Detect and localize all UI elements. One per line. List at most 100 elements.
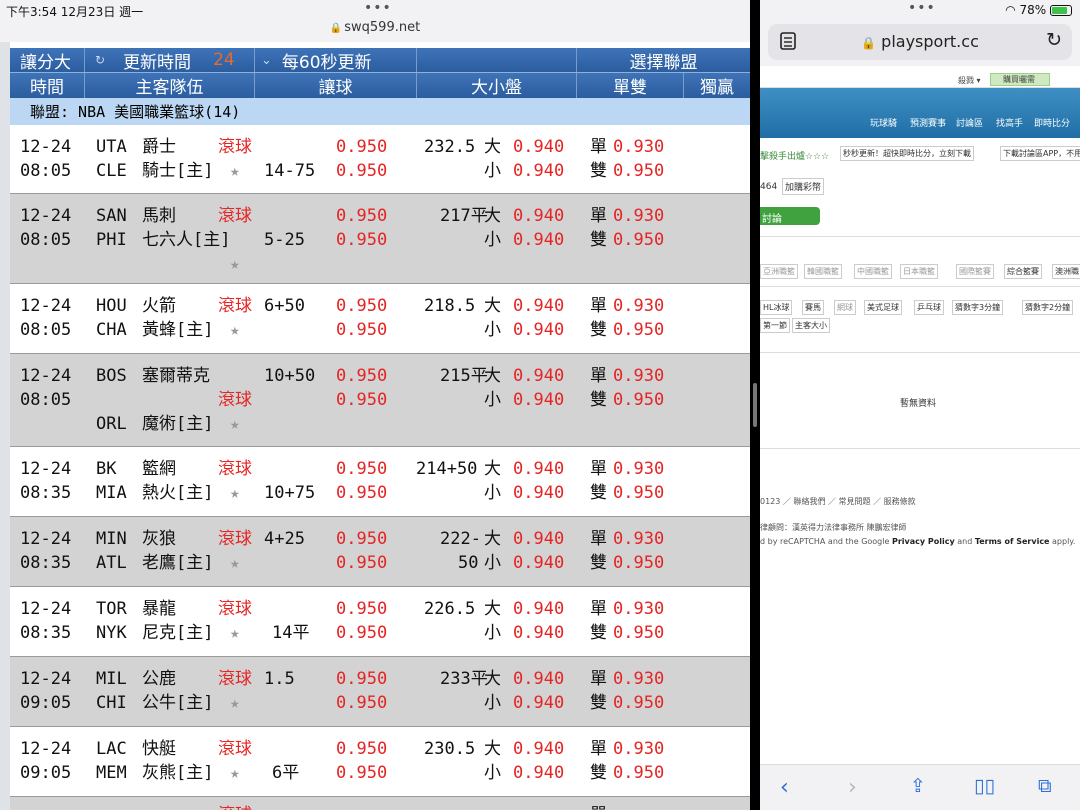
spread-odds-away[interactable]: 0.950 (336, 296, 387, 316)
league-tab[interactable]: 韓國職籃 (804, 264, 842, 279)
game-row[interactable]: 12-24 08:35 BK 籃網 MIA 熱火[主] 滾球 ★ 10+75 0.950 0.950… (10, 447, 750, 517)
spread-odds-away[interactable]: 0.950 (336, 137, 387, 157)
update-time[interactable]: ↻ 更新時間 24 (85, 48, 255, 73)
league-tab[interactable]: 中國職籃 (854, 264, 892, 279)
league-tab[interactable]: 綜合籃賽 (1004, 264, 1042, 279)
ou-odds-under[interactable]: 0.940 (513, 390, 564, 410)
ou-odds-under[interactable]: 0.940 (513, 693, 564, 713)
choose-league-button[interactable]: 選擇聯盟 (577, 48, 750, 73)
spread-odds-away[interactable]: 0.950 (336, 599, 387, 619)
banner-2[interactable]: 秒秒更新！超快即時比分，立刻下載 (840, 146, 974, 161)
sort-button[interactable]: 讓分大 (10, 48, 85, 73)
odd-odds[interactable]: 0.930 (613, 296, 664, 316)
league-tab[interactable]: 乒乓球 (914, 300, 944, 315)
odd-odds[interactable]: 0.930 (613, 366, 664, 386)
ou-odds-over[interactable]: 0.940 (513, 529, 564, 549)
footer-faq[interactable]: 常見問題 (839, 497, 871, 506)
odd-odds[interactable]: 0.930 (613, 137, 664, 157)
league-tab[interactable]: 亞洲職籃 (760, 264, 798, 279)
favorite-star-icon[interactable]: ★ (230, 320, 240, 340)
even-odds[interactable]: 0.950 (613, 693, 664, 713)
spread-odds-away[interactable]: 0.950 (336, 739, 387, 759)
league-tab[interactable]: 美式足球 (864, 300, 902, 315)
spread-odds-away[interactable]: 0.950 (336, 206, 387, 226)
spread-odds-home[interactable]: 0.950 (336, 320, 387, 340)
site-nav-item[interactable]: 找高手 (996, 116, 1023, 129)
tabs-icon[interactable]: ⧉ (1038, 775, 1052, 797)
banner-3[interactable]: 下載討論區APP，不用 (1000, 146, 1080, 161)
live-badge[interactable]: 滾球 (218, 529, 252, 549)
game-row[interactable]: 12-24 09:05 MIL 公鹿 CHI 公牛[主] 滾球 ★ 1.5 0.950 0.950 2… (10, 657, 750, 727)
live-badge[interactable]: 滾球 (218, 669, 252, 689)
game-row[interactable]: 12-24 08:05 SAN 馬刺 PHI 七六人[主] 滾球 ★ 5-25 0.950 0.95… (10, 194, 750, 284)
live-badge[interactable]: 滾球 (218, 137, 252, 157)
favorite-star-icon[interactable]: ★ (230, 553, 240, 573)
game-row[interactable]: 12-24 08:05 HOU 火箭 CHA 黃蜂[主] 滾球 ★ 6+50 0.950 0.950… (10, 284, 750, 354)
game-row[interactable]: 12-24 08:05 BOS 塞爾蒂克 ORL 魔術[主] 滾球 ★ 10+50 0.950 0.… (10, 354, 750, 447)
site-nav-item[interactable]: 玩球騎 (870, 116, 897, 129)
spread-odds-home[interactable]: 0.950 (336, 553, 387, 573)
site-nav-item[interactable]: 即時比分 (1034, 116, 1070, 129)
league-tab[interactable]: 賽馬 (802, 300, 824, 315)
favorite-star-icon[interactable]: ★ (230, 623, 240, 643)
ou-odds-under[interactable]: 0.940 (513, 230, 564, 250)
discuss-button[interactable]: 討論 (760, 207, 820, 225)
ou-odds-under[interactable]: 0.940 (513, 161, 564, 181)
spread-odds-home[interactable]: 0.950 (336, 763, 387, 783)
league-tab[interactable]: 主客大小 (792, 318, 830, 333)
ou-odds-under[interactable]: 0.940 (513, 763, 564, 783)
ou-odds-over[interactable]: 0.940 (513, 739, 564, 759)
odd-odds[interactable]: 0.930 (613, 529, 664, 549)
banner-1[interactable]: 擊殺手出爐☆☆☆ (760, 149, 829, 162)
ou-odds-under[interactable]: 0.940 (513, 553, 564, 573)
live-badge[interactable]: 滾球 (218, 296, 252, 316)
buy-coins-button[interactable]: 加購彩幣 (782, 178, 825, 195)
even-odds[interactable]: 0.950 (613, 161, 664, 181)
live-badge[interactable]: 滾球 (218, 459, 252, 479)
even-odds[interactable]: 0.950 (613, 553, 664, 573)
favorite-star-icon[interactable]: ★ (230, 693, 240, 713)
league-tab[interactable]: 日本職籃 (900, 264, 938, 279)
favorite-star-icon[interactable]: ★ (230, 763, 240, 783)
league-tab[interactable]: 國際籃賽 (956, 264, 994, 279)
even-odds[interactable]: 0.950 (613, 623, 664, 643)
footer-terms[interactable]: 服務條款 (884, 497, 916, 506)
spread-odds-away[interactable]: 0.950 (336, 529, 387, 549)
live-badge[interactable]: 滾球 (218, 390, 252, 410)
spread-odds-away[interactable]: 0.950 (336, 669, 387, 689)
spread-odds-away[interactable]: 0.950 (336, 366, 387, 386)
ou-odds-over[interactable]: 0.940 (513, 137, 564, 157)
odd-odds[interactable]: 0.930 (613, 206, 664, 226)
privacy-link[interactable]: Privacy Policy (892, 537, 955, 546)
ou-odds-over[interactable]: 0.940 (513, 459, 564, 479)
ou-odds-under[interactable]: 0.940 (513, 320, 564, 340)
ou-odds-under[interactable]: 0.940 (513, 483, 564, 503)
game-row[interactable]: 12-24 08:05 UTA 爵士 CLE 騎士[主] 滾球 ★ 14-75 0.950 0.95… (10, 125, 750, 194)
terms-link[interactable]: Terms of Service (975, 537, 1050, 546)
spread-odds-away[interactable]: 0.950 (336, 459, 387, 479)
spread-odds-home[interactable]: 0.950 (336, 623, 387, 643)
odd-odds[interactable]: 0.930 (613, 669, 664, 689)
ou-odds-over[interactable]: 0.940 (513, 206, 564, 226)
league-tab[interactable]: 澳洲職 (1052, 264, 1080, 279)
spread-odds-home[interactable]: 0.950 (336, 390, 387, 410)
spread-odds-home[interactable]: 0.950 (336, 483, 387, 503)
nav-kill[interactable]: 殺戮 ▾ (958, 75, 981, 86)
footer-contact[interactable]: 聯絡我們 (793, 497, 825, 506)
split-view-divider[interactable] (750, 0, 760, 810)
league-tab[interactable]: 網球 (834, 300, 856, 315)
even-odds[interactable]: 0.950 (613, 320, 664, 340)
odd-odds[interactable]: 0.930 (613, 599, 664, 619)
game-row[interactable]: 12-24 09:05 LAC 快艇 MEM 灰熊[主] 滾球 ★ 6平 0.950 0.950 23… (10, 727, 750, 797)
favorite-star-icon[interactable]: ★ (230, 483, 240, 503)
site-nav-item[interactable]: 預測賽事 (910, 116, 946, 129)
reload-icon[interactable]: ↻ (1046, 29, 1062, 51)
site-nav-item[interactable]: 討論區 (956, 116, 983, 129)
live-badge[interactable]: 滾球 (218, 805, 252, 810)
odd-odds[interactable]: 0.930 (613, 459, 664, 479)
ou-odds-over[interactable]: 0.940 (513, 296, 564, 316)
league-tab[interactable]: HL冰球 (760, 300, 793, 315)
even-odds[interactable]: 0.950 (613, 483, 664, 503)
live-badge[interactable]: 滾球 (218, 739, 252, 759)
divider-handle[interactable] (753, 383, 757, 427)
